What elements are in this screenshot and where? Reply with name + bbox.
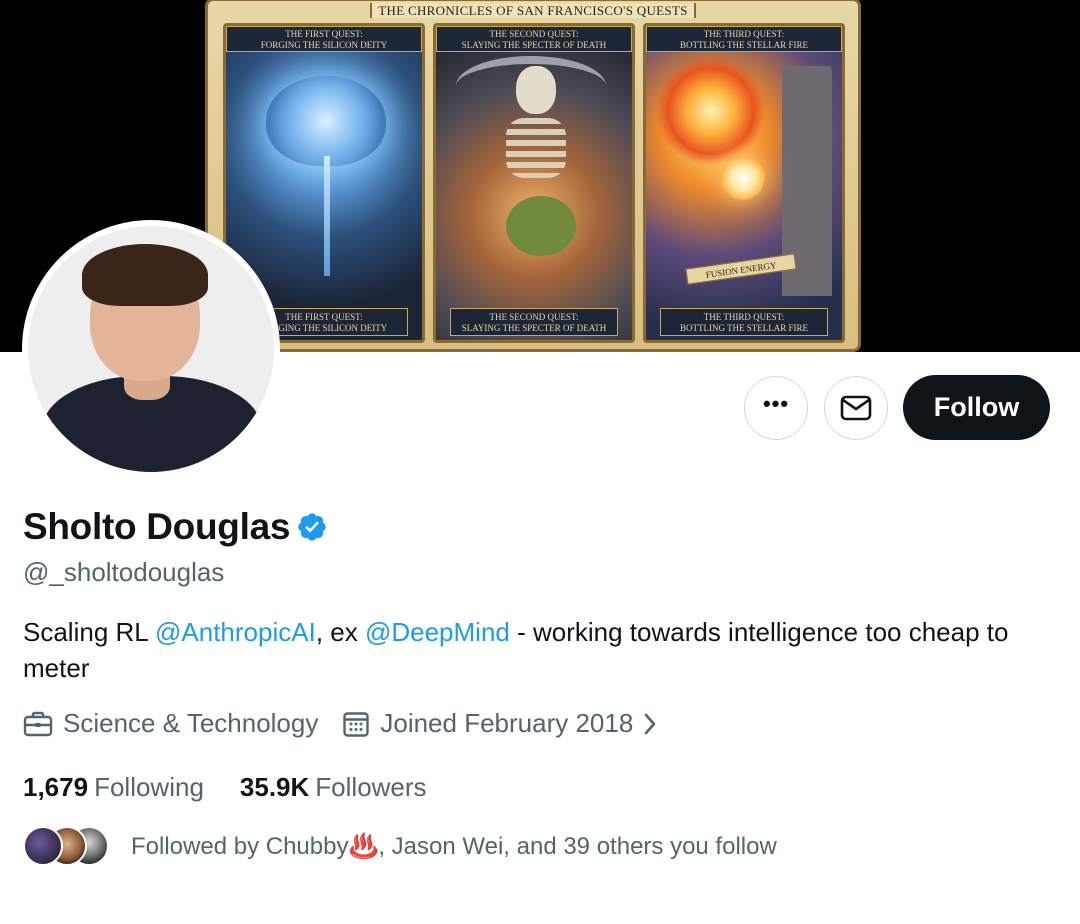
category-label: Science & Technology xyxy=(63,708,319,738)
panel-bottom-caption: THE THIRD QUEST: BOTTLING THE STELLAR FIR… xyxy=(660,308,828,336)
banner-panel-second-quest: THE SECOND QUEST: SLAYING THE SPECTER OF … xyxy=(433,23,635,343)
chevron-right-icon xyxy=(645,713,656,734)
joined-label: Joined February 2018 xyxy=(380,708,634,738)
fusion-energy-scroll: FUSION ENERGY xyxy=(685,253,797,285)
glowing-brain-illustration xyxy=(266,76,386,166)
skeleton-skull-illustration xyxy=(516,66,556,114)
followers-count: 35.9K xyxy=(239,772,310,802)
following-link[interactable]: 1,679 Following xyxy=(23,772,204,803)
followed-by-text: Followed by Chubby♨️, Jason Wei, and 39 … xyxy=(131,832,777,861)
follow-stats: 1,679 Following 35.9K Followers xyxy=(23,772,463,803)
banner-art-title: THE CHRONICLES OF SAN FRANCISCO'S QUESTS xyxy=(208,3,858,21)
panel-top-caption: THE FIRST QUEST: FORGING THE SILICON DEIT… xyxy=(226,26,422,52)
profile-category: Science & Technology xyxy=(23,708,318,739)
more-options-button[interactable]: ••• xyxy=(744,376,808,440)
message-button[interactable] xyxy=(824,376,888,440)
tree-illustration xyxy=(506,196,576,256)
envelope-icon xyxy=(840,395,872,421)
banner-artwork: THE CHRONICLES OF SAN FRANCISCO'S QUESTS… xyxy=(205,0,861,352)
profile-bio: Scaling RL @AnthropicAI, ex @DeepMind - … xyxy=(23,614,1063,686)
verified-badge-icon[interactable] xyxy=(296,511,328,543)
followed-by-prefix: Followed by Chubby xyxy=(131,832,349,860)
profile-name-row: Sholto Douglas xyxy=(23,506,328,548)
avatar xyxy=(23,826,63,866)
light-beam-illustration xyxy=(324,156,330,276)
banner-panel-third-quest: THE THIRD QUEST: BOTTLING THE STELLAR FIR… xyxy=(643,23,845,343)
panel-bottom-caption: THE SECOND QUEST: SLAYING THE SPECTER OF … xyxy=(450,308,618,336)
avatar[interactable] xyxy=(22,220,280,478)
following-label: Following xyxy=(94,772,204,802)
profile-meta: Science & Technology Joined February 201… xyxy=(23,708,691,739)
mention-link-anthropic[interactable]: @AnthropicAI xyxy=(155,617,316,647)
briefcase-icon xyxy=(23,711,53,736)
fire-swirl-illustration xyxy=(656,56,766,166)
avatar-photo xyxy=(28,226,274,472)
calendar-icon xyxy=(343,711,370,737)
mutual-followers-avatars xyxy=(23,826,109,866)
more-icon: ••• xyxy=(762,391,790,416)
energy-orb-illustration xyxy=(721,156,765,200)
followed-by-row[interactable]: Followed by Chubby♨️, Jason Wei, and 39 … xyxy=(23,826,777,866)
bio-text: Scaling RL xyxy=(23,617,155,647)
followers-link[interactable]: 35.9K Followers xyxy=(240,772,427,803)
profile-handle: @_sholtodouglas xyxy=(23,557,225,587)
follow-button[interactable]: Follow xyxy=(903,375,1050,440)
bio-text: , ex xyxy=(315,617,365,647)
profile-name: Sholto Douglas xyxy=(23,506,291,547)
panel-top-caption: THE THIRD QUEST: BOTTLING THE STELLAR FIR… xyxy=(646,26,842,52)
panel-top-caption: THE SECOND QUEST: SLAYING THE SPECTER OF … xyxy=(436,26,632,52)
hot-springs-emoji: ♨️ xyxy=(348,832,379,860)
followers-label: Followers xyxy=(315,772,427,802)
avatar-hair xyxy=(82,244,208,306)
followed-by-suffix: , Jason Wei, and 39 others you follow xyxy=(378,832,777,860)
skeleton-ribs-illustration xyxy=(506,118,566,178)
profile-joined-date[interactable]: Joined February 2018 xyxy=(342,708,667,739)
following-count: 1,679 xyxy=(23,772,89,802)
mention-link-deepmind[interactable]: @DeepMind xyxy=(365,617,510,647)
